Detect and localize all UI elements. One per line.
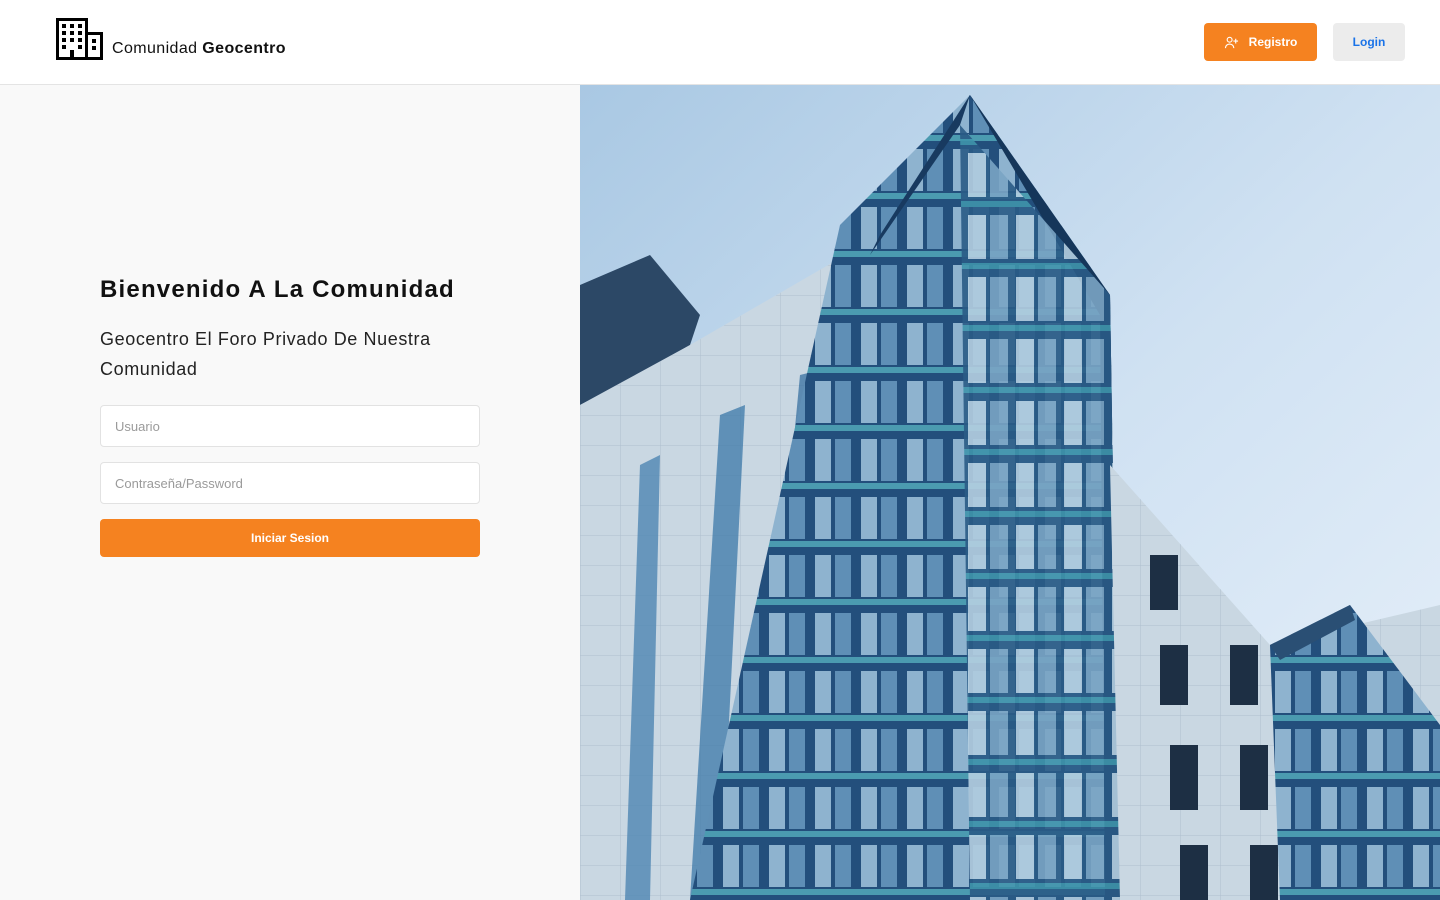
top-navbar: Comunidad Geocentro Registro Login	[0, 0, 1440, 85]
login-panel: Bienvenido A La Comunidad Geocentro El F…	[0, 85, 580, 900]
brand-name-bold: Geocentro	[202, 40, 286, 57]
username-input[interactable]	[100, 405, 480, 447]
building-photo	[580, 85, 1440, 900]
welcome-subtitle: Geocentro El Foro Privado De Nuestra Com…	[100, 329, 431, 379]
user-plus-icon	[1224, 36, 1238, 48]
login-submit-button[interactable]: Iniciar Sesion	[100, 519, 480, 557]
building-icon	[56, 18, 103, 60]
brand-name: Comunidad Geocentro	[112, 40, 286, 58]
login-label: Login	[1352, 35, 1386, 49]
register-label: Registro	[1248, 35, 1298, 49]
brand-logo[interactable]: Comunidad Geocentro	[56, 18, 286, 60]
login-form: Bienvenido A La Comunidad Geocentro El F…	[100, 276, 480, 557]
submit-label: Iniciar Sesion	[250, 531, 330, 545]
brand-prefix: Comunidad	[112, 40, 198, 57]
password-input[interactable]	[100, 462, 480, 504]
login-button[interactable]: Login	[1333, 23, 1405, 61]
hero-image	[580, 85, 1440, 900]
register-button[interactable]: Registro	[1204, 23, 1317, 61]
welcome-title: Bienvenido A La Comunidad	[100, 276, 455, 303]
